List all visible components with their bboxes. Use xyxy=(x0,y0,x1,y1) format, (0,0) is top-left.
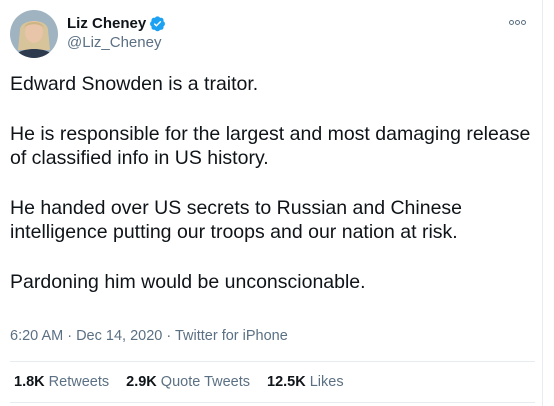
tweet-paragraph: He is responsible for the largest and mo… xyxy=(10,122,531,170)
divider xyxy=(10,402,535,403)
tweet-text: Edward Snowden is a traitor. He is respo… xyxy=(10,72,535,319)
tweet-paragraph: Pardoning him would be unconscionable. xyxy=(10,270,366,293)
retweets-label: Retweets xyxy=(48,374,110,390)
quote-tweets-label: Quote Tweets xyxy=(160,374,250,390)
tweet-timestamp[interactable]: 6:20 AM · Dec 14, 2020 · Twitter for iPh… xyxy=(10,328,288,344)
verified-badge-icon xyxy=(149,15,166,32)
quote-tweets-stat[interactable]: 2.9K Quote Tweets xyxy=(126,374,250,390)
tweet-paragraph: He handed over US secrets to Russian and… xyxy=(10,196,463,244)
tweet-stats: 1.8K Retweets 2.9K Quote Tweets 12.5K Li… xyxy=(14,374,344,390)
likes-label: Likes xyxy=(309,374,344,390)
user-handle[interactable]: @Liz_Cheney xyxy=(67,34,166,51)
author-info: Liz Cheney @Liz_Cheney xyxy=(67,13,166,51)
likes-count: 12.5K xyxy=(267,374,306,390)
tweet-paragraph: Edward Snowden is a traitor. xyxy=(10,73,259,95)
display-name[interactable]: Liz Cheney xyxy=(67,15,146,32)
retweets-count: 1.8K xyxy=(14,374,45,390)
retweets-stat[interactable]: 1.8K Retweets xyxy=(14,374,109,390)
tweet-card: Liz Cheney @Liz_Cheney Edward Snowden is… xyxy=(0,0,543,406)
quote-tweets-count: 2.9K xyxy=(126,374,157,390)
avatar[interactable] xyxy=(10,10,58,58)
divider xyxy=(10,361,535,362)
more-options-icon[interactable] xyxy=(506,14,528,30)
likes-stat[interactable]: 12.5K Likes xyxy=(267,374,344,390)
